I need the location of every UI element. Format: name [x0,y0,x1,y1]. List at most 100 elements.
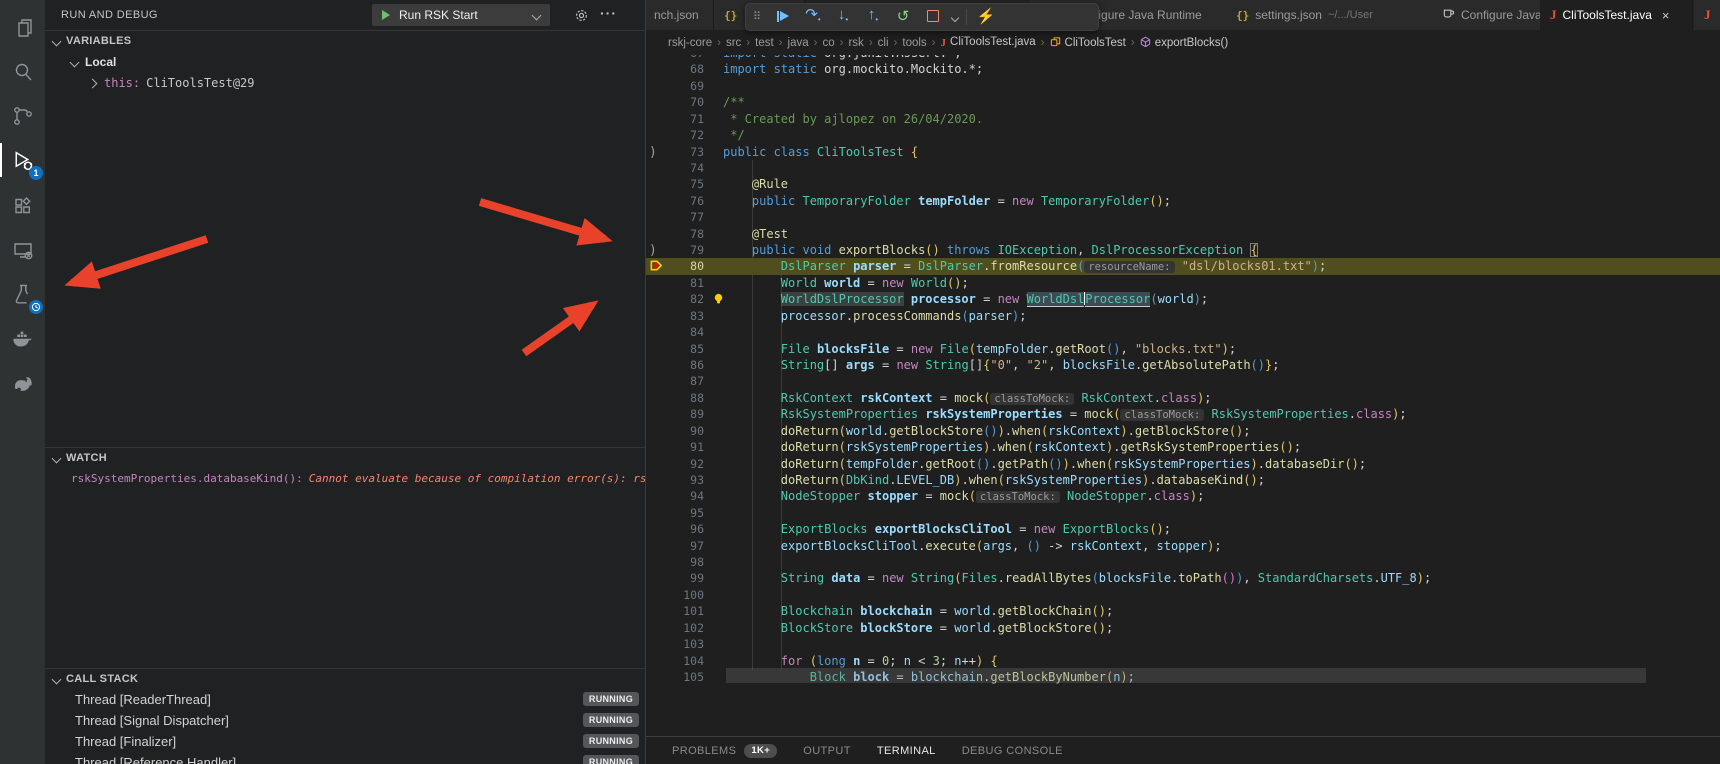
watch-section-header[interactable]: WATCH [45,447,645,468]
line-number[interactable]: 88 [660,390,704,407]
close-icon[interactable]: × [1662,8,1670,23]
variables-section-header[interactable]: VARIABLES [45,30,645,51]
code-line-104[interactable]: 104 for (long n = 0; n < 3; n++) { [646,653,1720,670]
line-number[interactable]: 73 [660,144,704,161]
line-number[interactable]: 79 [660,242,704,259]
hot-code-replace-button[interactable]: ⚡ [971,5,1001,29]
step-out-button[interactable]: ↑• [858,3,888,32]
line-number[interactable]: 89 [660,406,704,423]
run-config-dropdown[interactable]: Run RSK Start [372,4,550,26]
line-number[interactable]: 85 [660,341,704,358]
line-number[interactable]: 78 [660,226,704,243]
panel-tab-problems[interactable]: PROBLEMS 1K+ [672,744,777,758]
tab-java-clipped[interactable]: J [1694,0,1720,30]
step-over-button[interactable]: ↷• [798,3,828,32]
code-line-96[interactable]: 96 ExportBlocks exportBlocksCliTool = ne… [646,521,1720,538]
line-number[interactable]: 70 [660,94,704,111]
breadcr umb-class[interactable]: CliToolsTest [1050,36,1126,50]
line-number[interactable]: 86 [660,357,704,374]
line-number[interactable]: 98 [660,554,704,571]
thread-row[interactable]: Thread [Finalizer] RUNNING [45,731,645,751]
code-line-99[interactable]: 99 String data = new String(Files.readAl… [646,570,1720,587]
code-line-93[interactable]: 93 doReturn(DbKind.LEVEL_DB).when(rskSys… [646,472,1720,489]
line-number[interactable]: 75 [660,176,704,193]
breadcrumb-item[interactable]: cli [878,37,889,49]
step-into-button[interactable]: ↓• [828,3,858,32]
breadcrumb-item[interactable]: src [726,37,741,49]
line-number[interactable]: 80 [660,258,704,275]
line-number[interactable]: 99 [660,570,704,587]
line-number[interactable]: 87 [660,373,704,390]
code-line-89[interactable]: 89 RskSystemProperties rskSystemProperti… [646,406,1720,423]
drag-grip-icon[interactable]: ⠿ [746,5,768,29]
code-line-95[interactable]: 95 [646,505,1720,522]
line-number[interactable]: 69 [660,78,704,95]
tab-launch-json[interactable]: nch.json [646,0,714,30]
docker-icon[interactable] [0,318,45,358]
code-line-78[interactable]: 78 @Test [646,226,1720,243]
code-line-92[interactable]: 92 doReturn(tempFolder.getRoot().getPath… [646,456,1720,473]
line-number[interactable]: 90 [660,423,704,440]
breadcrumb-item[interactable]: test [755,37,774,49]
line-number[interactable]: 82 [660,291,704,308]
gradle-icon[interactable] [0,362,45,402]
line-number[interactable]: 100 [660,587,704,604]
code-line-74[interactable]: 74 [646,160,1720,177]
line-number[interactable]: 93 [660,472,704,489]
panel-tab-terminal[interactable]: TERMINAL [877,745,936,757]
restart-button[interactable]: ↺ [888,5,918,29]
line-number[interactable]: 92 [660,456,704,473]
thread-row[interactable]: Thread [ReaderThread] RUNNING [45,689,645,709]
code-line-103[interactable]: 103 [646,636,1720,653]
more-actions-icon[interactable]: ··· [600,5,617,21]
line-number[interactable]: 83 [660,308,704,325]
code-line-97[interactable]: 97 exportBlocksCliTool.execute(args, () … [646,538,1720,555]
code-line-100[interactable]: 100 [646,587,1720,604]
line-number[interactable]: 72 [660,127,704,144]
line-number[interactable]: 103 [660,636,704,653]
files-icon[interactable] [0,8,45,48]
line-number[interactable]: 96 [660,521,704,538]
breadcrumb-item[interactable]: rsk [848,37,863,49]
code-line-83[interactable]: 83 processor.processCommands(parser); [646,308,1720,325]
line-number[interactable]: 81 [660,275,704,292]
breadcrumb-file[interactable]: JCliToolsTest.java [941,36,1036,49]
stop-button[interactable] [918,5,948,29]
line-number[interactable]: 94 [660,488,704,505]
testing-beaker-icon[interactable] [0,274,45,314]
code-line-77[interactable]: 77 [646,209,1720,226]
panel-tab-output[interactable]: OUTPUT [803,745,851,757]
line-number[interactable]: 102 [660,620,704,637]
line-number[interactable]: 97 [660,538,704,555]
horizontal-scrollbar[interactable] [726,668,1646,683]
code-line-70[interactable]: 70/** [646,94,1720,111]
thread-row[interactable]: Thread [Reference Handler] RUNNING [45,752,645,764]
code-line-68[interactable]: 68import static org.mockito.Mockito.*; [646,61,1720,78]
line-number[interactable]: 76 [660,193,704,210]
line-number[interactable]: 84 [660,324,704,341]
code-line-94[interactable]: 94 NodeStopper stopper = mock(classToMoc… [646,488,1720,505]
breadcrumb-item[interactable]: java [788,37,809,49]
continue-button[interactable] [768,5,798,29]
code-line-84[interactable]: 84 [646,324,1720,341]
line-number[interactable]: 68 [660,61,704,78]
breadcrumb-item[interactable]: co [822,37,834,49]
line-number[interactable]: 95 [660,505,704,522]
code-editor[interactable]: 67import static org.junit.Assert.*;68imp… [646,55,1720,737]
breadcrumb-item[interactable]: tools [902,37,926,49]
variable-this[interactable]: this: CliToolsTest@29 [45,73,645,93]
line-number[interactable]: 74 [660,160,704,177]
thread-row[interactable]: Thread [Signal Dispatcher] RUNNING [45,710,645,730]
breadcrumb-method[interactable]: exportBlocks() [1140,36,1229,50]
code-line-71[interactable]: 71 * Created by ajlopez on 26/04/2020. [646,111,1720,128]
panel-tab-debug-console[interactable]: DEBUG CONSOLE [962,745,1063,757]
code-line-101[interactable]: 101 Blockchain blockchain = world.getBlo… [646,603,1720,620]
code-line-79[interactable]: )79 public void exportBlocks() throws IO… [646,242,1720,259]
watch-expression-row[interactable]: rskSystemProperties.databaseKind(): Cann… [45,468,645,488]
code-line-72[interactable]: 72 */ [646,127,1720,144]
extensions-icon[interactable] [0,186,45,226]
code-line-69[interactable]: 69 [646,78,1720,95]
code-line-88[interactable]: 88 RskContext rskContext = mock(classToM… [646,390,1720,407]
code-line-81[interactable]: 81 World world = new World(); [646,275,1720,292]
tab-clitoolstest-java[interactable]: J CliToolsTest.java × [1540,0,1693,30]
